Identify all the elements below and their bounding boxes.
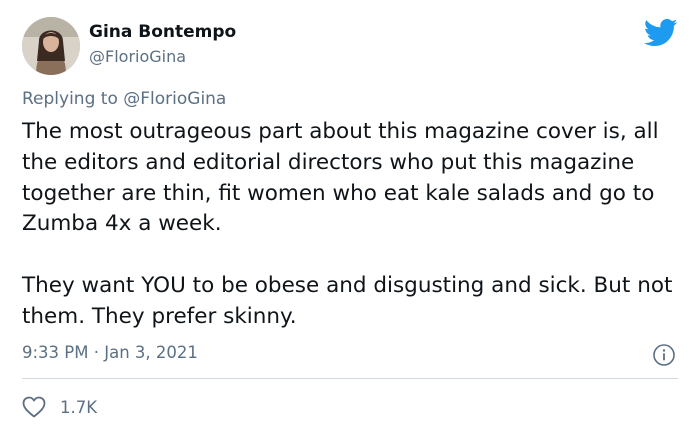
tweet-timestamp[interactable]: 9:33 PM · Jan 3, 2021 [22,343,198,362]
replying-to: Replying to @FlorioGina [22,89,226,109]
twitter-bird-icon[interactable] [644,18,678,48]
tweet-paragraph: The most outrageous part about this maga… [22,119,659,237]
author-handle[interactable]: @FlorioGina [89,47,186,66]
like-button[interactable]: 1.7K [22,394,97,420]
info-icon[interactable] [652,343,676,367]
reply-prefix: Replying to [22,89,118,109]
reply-mention-link[interactable]: @FlorioGina [123,89,226,109]
profile-photo-icon [22,17,80,75]
heart-icon [22,396,46,418]
divider [22,378,678,379]
avatar[interactable] [22,17,80,75]
tweet-card: Gina Bontempo @FlorioGina Replying to @F… [0,0,700,433]
author-display-name[interactable]: Gina Bontempo [89,22,236,42]
tweet-paragraph: They want YOU to be obese and disgusting… [22,272,673,329]
tweet-body: The most outrageous part about this maga… [22,117,682,333]
like-count: 1.7K [60,397,98,417]
